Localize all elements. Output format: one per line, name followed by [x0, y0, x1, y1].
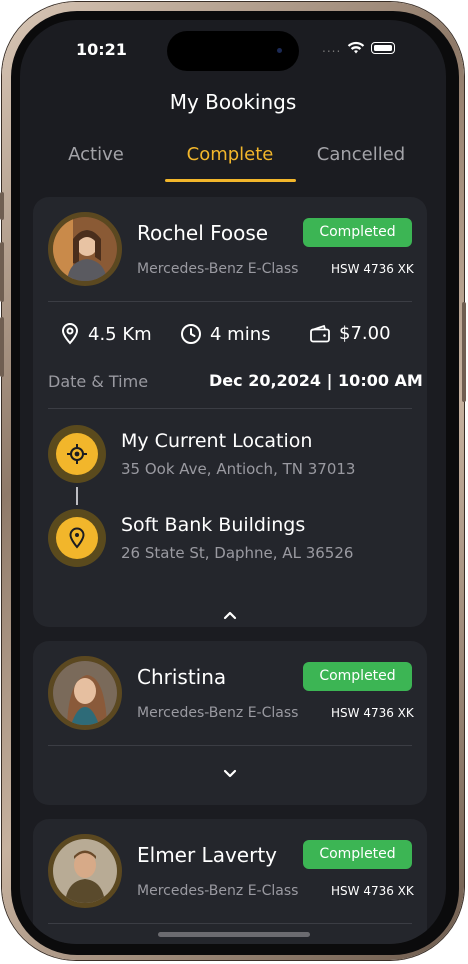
volume-down-button — [0, 317, 4, 377]
chevron-up-icon[interactable] — [220, 605, 240, 625]
car-model: Mercedes-Benz E-Class — [137, 261, 299, 277]
battery-icon — [371, 42, 396, 54]
status-time: 10:21 — [76, 40, 127, 59]
divider — [48, 301, 412, 302]
price-value: $7.00 — [339, 323, 391, 344]
status-badge: Completed — [303, 662, 412, 691]
wifi-icon — [348, 41, 365, 54]
duration-metric: 4 mins — [180, 323, 271, 345]
datetime-value: Dec 20,2024 | 10:00 AM — [209, 371, 423, 390]
passenger-name: Elmer Laverty — [137, 843, 277, 867]
distance-value: 4.5 Km — [88, 323, 152, 345]
license-plate: HSW 4736 XK — [331, 262, 414, 276]
booking-tabs: Active Complete Cancelled — [20, 144, 446, 184]
status-badge: Completed — [303, 840, 412, 869]
passenger-name: Christina — [137, 665, 227, 689]
signal-icon: .... — [322, 41, 342, 55]
dropoff-marker — [48, 509, 106, 567]
app-screen: 10:21 .... My Bookings Active Complete C… — [20, 20, 446, 944]
tab-cancelled[interactable]: Cancelled — [306, 144, 416, 165]
pickup-marker — [48, 425, 106, 483]
status-badge: Completed — [303, 218, 412, 247]
booking-card[interactable]: Christina Completed Mercedes-Benz E-Clas… — [33, 641, 427, 805]
avatar — [48, 656, 122, 730]
page-title: My Bookings — [169, 90, 297, 114]
power-button — [462, 302, 466, 402]
booking-card[interactable]: Rochel Foose Completed Mercedes-Benz E-C… — [33, 197, 427, 627]
status-icons: .... — [322, 40, 396, 56]
tab-complete[interactable]: Complete — [175, 144, 285, 165]
dropoff-title: Soft Bank Buildings — [121, 514, 306, 536]
crosshair-icon — [67, 444, 87, 464]
clock-icon — [181, 324, 201, 344]
avatar — [48, 834, 122, 908]
tab-active[interactable]: Active — [41, 144, 151, 165]
pickup-address: 35 Ook Ave, Antioch, TN 37013 — [121, 460, 356, 478]
home-indicator[interactable] — [158, 932, 310, 937]
car-model: Mercedes-Benz E-Class — [137, 705, 299, 721]
wallet-icon — [310, 324, 330, 342]
divider — [48, 745, 412, 746]
booking-card[interactable]: Elmer Laverty Completed Mercedes-Benz E-… — [33, 819, 427, 944]
location-pin-icon — [69, 527, 85, 549]
car-model: Mercedes-Benz E-Class — [137, 883, 299, 899]
passenger-name: Rochel Foose — [137, 221, 269, 245]
location-pin-icon — [61, 323, 79, 345]
camera-dot — [277, 48, 282, 53]
datetime-label: Date & Time — [48, 372, 149, 391]
volume-up-button — [0, 242, 4, 302]
license-plate: HSW 4736 XK — [331, 884, 414, 898]
mute-switch — [0, 192, 4, 220]
route-connector — [76, 487, 78, 505]
price-metric: $7.00 — [309, 323, 391, 344]
dropoff-address: 26 State St, Daphne, AL 36526 — [121, 544, 354, 562]
distance-metric: 4.5 Km — [60, 323, 152, 345]
pickup-title: My Current Location — [121, 430, 313, 452]
avatar — [48, 212, 122, 286]
dynamic-island — [167, 31, 299, 71]
divider — [48, 923, 412, 924]
duration-value: 4 mins — [210, 323, 271, 345]
active-tab-indicator — [165, 179, 296, 182]
license-plate: HSW 4736 XK — [331, 706, 414, 720]
chevron-down-icon[interactable] — [220, 764, 240, 784]
divider — [48, 408, 412, 409]
